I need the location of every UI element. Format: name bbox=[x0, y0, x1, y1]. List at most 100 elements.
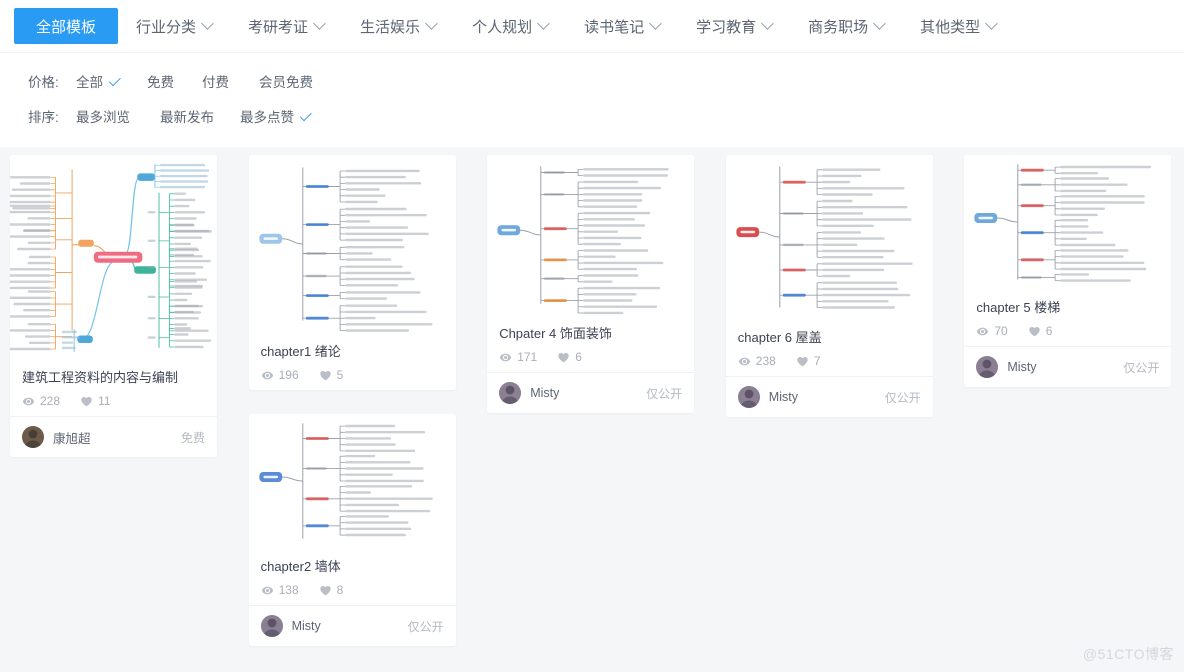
card-stats: 196 5 bbox=[261, 368, 444, 382]
author-name[interactable]: 康旭超 bbox=[53, 428, 91, 447]
author-name[interactable]: Misty bbox=[769, 390, 798, 404]
eye-icon bbox=[22, 395, 35, 408]
nav-tab-label: 商务职场 bbox=[808, 18, 869, 36]
like-count-value: 6 bbox=[575, 350, 582, 364]
card-footer: Misty 仅公开 bbox=[487, 372, 695, 413]
template-card[interactable]: chapter 6 屋盖 238 7 Misty 仅公开 bbox=[725, 155, 933, 417]
filter-price-free[interactable]: 免费 bbox=[147, 71, 174, 91]
card-title[interactable]: 建筑工程资料的内容与编制 bbox=[22, 369, 205, 387]
template-card[interactable]: chapter 5 楼梯 70 6 Misty 仅公开 bbox=[964, 155, 1172, 387]
card-title[interactable]: Chpater 4 饰面装饰 bbox=[499, 325, 682, 343]
filter-option-label: 全部 bbox=[76, 74, 103, 90]
card-stats: 138 8 bbox=[261, 583, 444, 597]
like-count: 7 bbox=[796, 354, 821, 368]
mindmap-thumbnail[interactable] bbox=[725, 155, 933, 319]
template-card[interactable]: chapter2 墙体 138 8 Misty 仅公开 bbox=[248, 414, 456, 646]
view-count: 171 bbox=[499, 350, 537, 364]
nav-tab-label: 考研考证 bbox=[248, 18, 309, 36]
heart-icon bbox=[1028, 325, 1041, 338]
card-title[interactable]: chapter 6 屋盖 bbox=[738, 329, 921, 347]
template-card[interactable]: 建筑工程资料的内容与编制 228 11 康旭超 免费 bbox=[10, 155, 217, 457]
like-count: 11 bbox=[80, 394, 111, 408]
tab-all-templates[interactable]: 全部模板 bbox=[14, 8, 119, 44]
card-title[interactable]: chapter2 墙体 bbox=[261, 558, 444, 576]
filter-price-all[interactable]: 全部 bbox=[76, 71, 121, 91]
mindmap-thumbnail[interactable] bbox=[964, 155, 1172, 289]
nav-tab-label: 个人规划 bbox=[472, 18, 533, 36]
tab-personal-planning[interactable]: 个人规划 bbox=[454, 0, 566, 52]
like-count: 6 bbox=[1028, 324, 1053, 338]
filter-option-label: 付费 bbox=[202, 74, 229, 90]
status-badge: 仅公开 bbox=[407, 619, 444, 634]
card-body: chapter1 绪论 196 5 bbox=[249, 333, 456, 390]
author-name[interactable]: Misty bbox=[292, 619, 321, 633]
template-card[interactable]: chapter1 绪论 196 5 bbox=[248, 155, 456, 390]
like-count-value: 11 bbox=[98, 394, 111, 408]
filter-option-label: 最多点赞 bbox=[240, 109, 294, 125]
tab-study-education[interactable]: 学习教育 bbox=[678, 0, 790, 52]
check-icon bbox=[299, 108, 312, 121]
author-name[interactable]: Misty bbox=[530, 386, 559, 400]
author-name[interactable]: Misty bbox=[1007, 360, 1036, 374]
template-card-grid: 建筑工程资料的内容与编制 228 11 康旭超 免费 chapter1 绪论 196 5 cha… bbox=[10, 155, 1184, 672]
status-badge: 免费 bbox=[180, 430, 205, 445]
tab-reading-notes[interactable]: 读书笔记 bbox=[566, 0, 678, 52]
card-title[interactable]: chapter 5 楼梯 bbox=[976, 299, 1159, 317]
view-count-value: 171 bbox=[517, 350, 538, 364]
mindmap-thumbnail[interactable] bbox=[10, 155, 217, 359]
chevron-down-icon bbox=[313, 16, 326, 30]
tab-other-types[interactable]: 其他类型 bbox=[902, 0, 1014, 52]
tab-industry[interactable]: 行业分类 bbox=[118, 0, 230, 52]
like-count: 8 bbox=[319, 583, 343, 597]
category-navbar: 全部模板 行业分类 考研考证 生活娱乐 个人规划 读书笔记 学习教育 商务职场 其他类型 bbox=[0, 0, 1184, 53]
view-count-value: 238 bbox=[755, 354, 776, 368]
filter-option-label: 最多浏览 bbox=[76, 109, 130, 125]
card-title[interactable]: chapter1 绪论 bbox=[261, 343, 444, 361]
card-footer: Misty 仅公开 bbox=[725, 376, 933, 417]
mindmap-thumbnail[interactable] bbox=[487, 155, 695, 315]
avatar[interactable] bbox=[260, 615, 283, 637]
chevron-down-icon bbox=[537, 16, 550, 30]
like-count: 5 bbox=[319, 368, 344, 382]
nav-tab-label: 全部模板 bbox=[36, 18, 97, 36]
card-body: 建筑工程资料的内容与编制 228 11 bbox=[10, 359, 217, 416]
like-count: 6 bbox=[557, 350, 582, 364]
nav-tab-label: 生活娱乐 bbox=[360, 18, 421, 36]
card-footer: Misty 仅公开 bbox=[248, 605, 456, 646]
filter-price-paid[interactable]: 付费 bbox=[202, 71, 229, 91]
heart-icon bbox=[319, 584, 332, 597]
card-body: Chpater 4 饰面装饰 171 6 bbox=[487, 315, 694, 372]
template-gallery-page: 全部模板 行业分类 考研考证 生活娱乐 个人规划 读书笔记 学习教育 商务职场 其他类型 价格:… bbox=[0, 0, 1184, 672]
avatar[interactable] bbox=[976, 356, 999, 378]
chevron-down-icon bbox=[649, 16, 662, 30]
filter-label-price: 价格: bbox=[28, 74, 59, 90]
avatar[interactable] bbox=[499, 382, 522, 404]
mindmap-thumbnail[interactable] bbox=[248, 155, 456, 333]
filter-bar: 价格: 全部 免费 付费 会员免费排序: 最多浏览 最新发布 最多点赞 bbox=[0, 53, 1184, 147]
chevron-down-icon bbox=[873, 16, 886, 30]
tab-life-entertainment[interactable]: 生活娱乐 bbox=[342, 0, 454, 52]
filter-label-sort: 排序: bbox=[28, 109, 59, 125]
tab-business-workplace[interactable]: 商务职场 bbox=[790, 0, 902, 52]
heart-icon bbox=[796, 355, 809, 368]
card-stats: 238 7 bbox=[738, 354, 921, 368]
card-body: chapter2 墙体 138 8 bbox=[249, 548, 456, 605]
filter-price-member-free[interactable]: 会员免费 bbox=[259, 71, 313, 91]
chevron-down-icon bbox=[985, 16, 999, 30]
tab-postgrad-exam[interactable]: 考研考证 bbox=[230, 0, 342, 52]
like-count-value: 6 bbox=[1045, 324, 1053, 338]
like-count-value: 5 bbox=[336, 368, 344, 382]
card-stats: 70 6 bbox=[976, 324, 1159, 338]
chevron-down-icon bbox=[201, 16, 214, 30]
filter-sort-newest[interactable]: 最新发布 bbox=[160, 106, 214, 126]
filter-sort-most-liked[interactable]: 最多点赞 bbox=[240, 106, 312, 126]
avatar[interactable] bbox=[22, 426, 44, 448]
status-badge: 仅公开 bbox=[1123, 360, 1160, 375]
view-count-value: 138 bbox=[278, 583, 299, 597]
view-count-value: 70 bbox=[994, 324, 1008, 338]
filter-sort-most-viewed[interactable]: 最多浏览 bbox=[76, 106, 130, 126]
template-card[interactable]: Chpater 4 饰面装饰 171 6 Misty 仅公开 bbox=[487, 155, 695, 413]
avatar[interactable] bbox=[737, 386, 760, 408]
mindmap-thumbnail[interactable] bbox=[248, 414, 456, 548]
view-count: 238 bbox=[738, 354, 776, 368]
